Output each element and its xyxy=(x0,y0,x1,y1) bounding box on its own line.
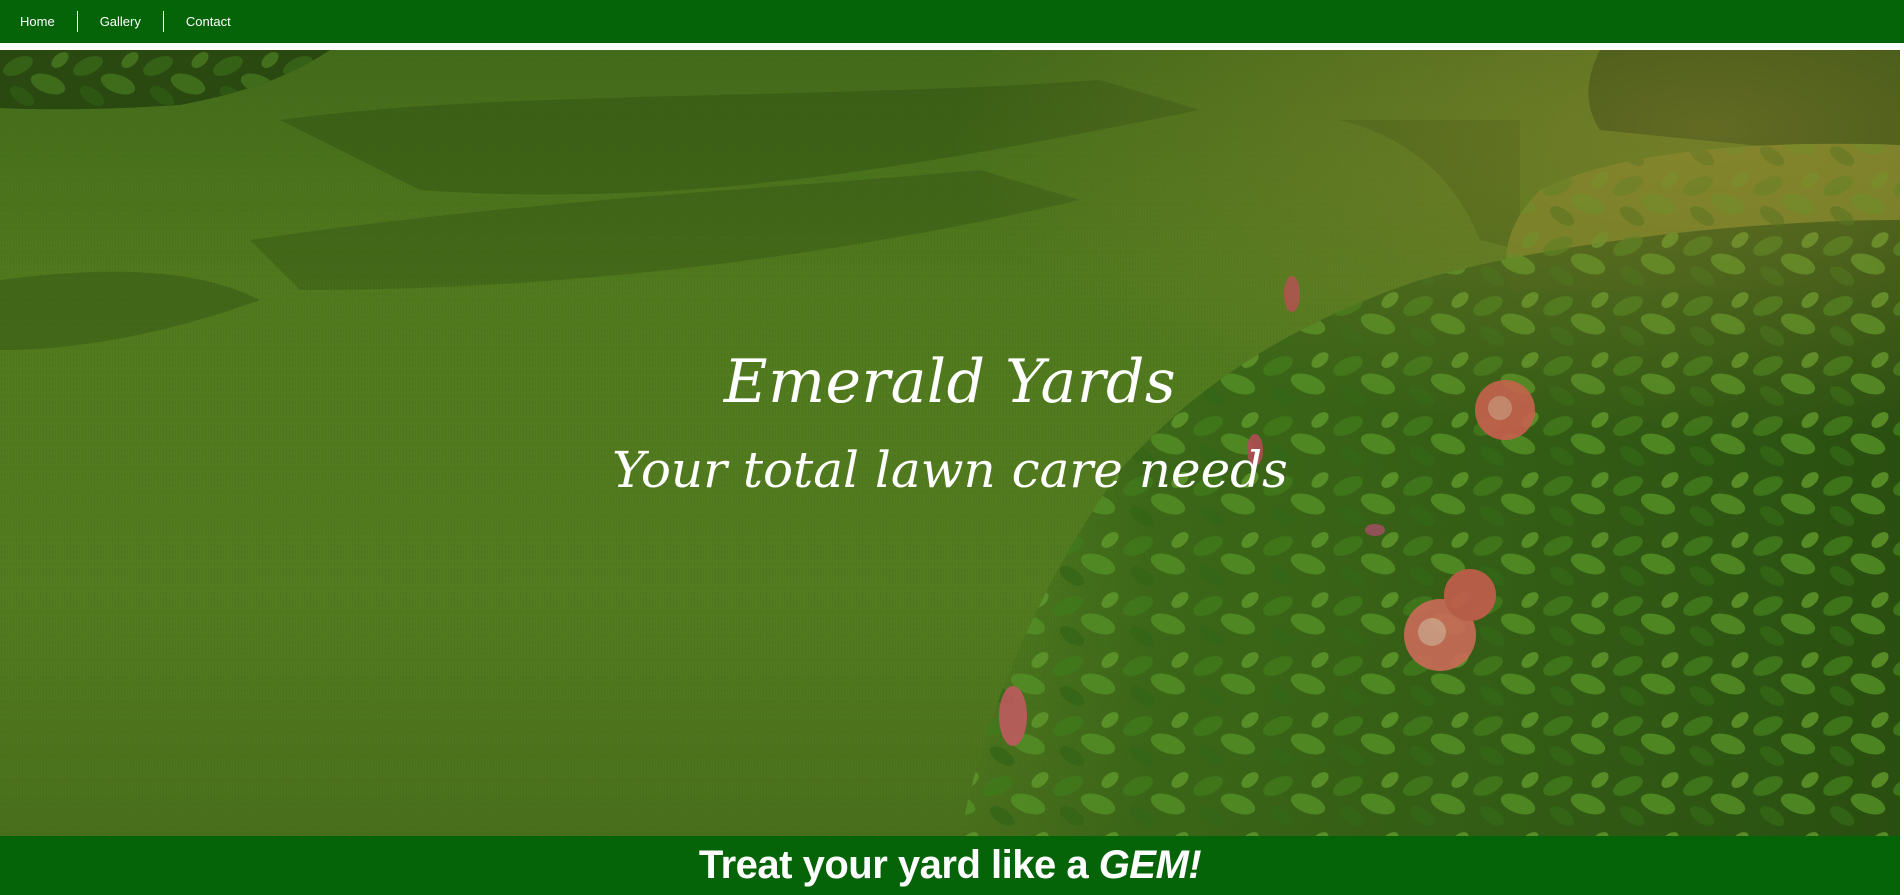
tagline-text: Treat your yard like a GEM! xyxy=(698,843,1202,887)
page: Home Gallery Contact Emerald Yards Your … xyxy=(0,0,1904,895)
tagline-banner: Treat your yard like a GEM! xyxy=(0,836,1900,895)
nav-link-gallery[interactable]: Gallery xyxy=(78,11,163,32)
nav-link-home[interactable]: Home xyxy=(0,11,77,32)
tagline-prefix: Treat your yard like a xyxy=(698,843,1099,887)
nav-link-contact[interactable]: Contact xyxy=(164,11,253,32)
page-edge xyxy=(1900,43,1904,895)
hero-section: Emerald Yards Your total lawn care needs xyxy=(0,50,1900,836)
hero-subtitle: Your total lawn care needs xyxy=(612,441,1288,499)
nav-menu: Home Gallery Contact xyxy=(0,0,253,43)
top-navigation-bar: Home Gallery Contact xyxy=(0,0,1904,43)
tagline-emphasis: GEM! xyxy=(1098,843,1202,887)
hero-title: Emerald Yards xyxy=(723,347,1177,417)
